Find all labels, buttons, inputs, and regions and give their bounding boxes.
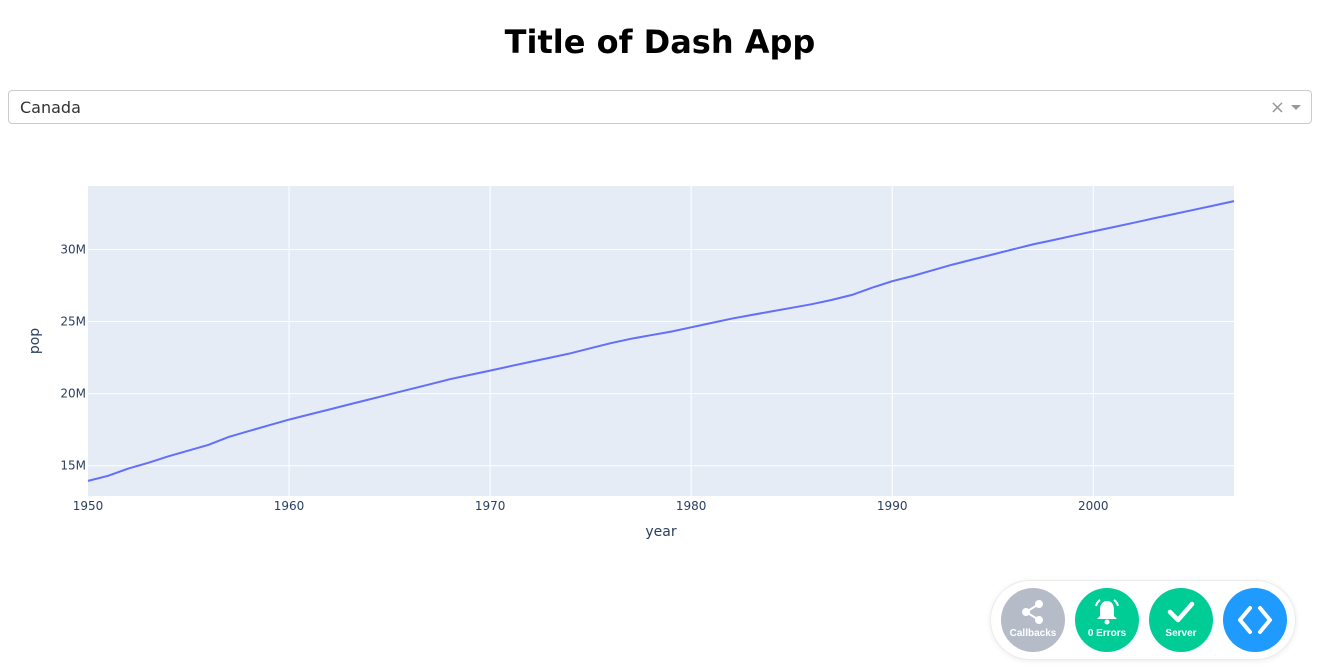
y-tick-label: 20M bbox=[60, 387, 86, 401]
dash-devtools-bar: Callbacks 0 Errors Server bbox=[990, 580, 1296, 660]
y-axis-label: pop bbox=[27, 328, 43, 354]
clear-icon[interactable]: × bbox=[1270, 91, 1285, 124]
bell-icon bbox=[1095, 599, 1119, 625]
country-dropdown[interactable]: Canada × bbox=[8, 90, 1312, 124]
callbacks-label: Callbacks bbox=[1009, 628, 1057, 639]
dropdown-selected-value: Canada bbox=[20, 98, 81, 117]
plot-area bbox=[88, 186, 1234, 496]
x-axis-ticks: 1950 1960 1970 1980 1990 2000 bbox=[73, 499, 1109, 513]
y-axis-ticks: 15M 20M 25M 30M bbox=[60, 242, 86, 472]
x-tick-label: 1990 bbox=[877, 499, 908, 513]
checkmark-icon bbox=[1167, 601, 1195, 623]
x-tick-label: 1950 bbox=[73, 499, 104, 513]
x-tick-label: 2000 bbox=[1078, 499, 1109, 513]
y-tick-label: 15M bbox=[60, 459, 86, 473]
devtools-toggle-button[interactable] bbox=[1223, 588, 1287, 652]
errors-label: 0 Errors bbox=[1087, 628, 1127, 639]
share-icon bbox=[1022, 600, 1043, 624]
page-title: Title of Dash App bbox=[504, 23, 816, 61]
y-tick-label: 25M bbox=[60, 315, 86, 329]
x-tick-label: 1960 bbox=[274, 499, 305, 513]
server-label: Server bbox=[1165, 628, 1197, 639]
population-line-chart: 1950 1960 1970 1980 1990 2000 15M 20M 25M 30M ye… bbox=[27, 186, 1235, 540]
server-button[interactable]: Server bbox=[1149, 588, 1213, 652]
callbacks-button[interactable]: Callbacks bbox=[1001, 588, 1065, 652]
chevron-down-icon[interactable] bbox=[1291, 105, 1301, 110]
errors-button[interactable]: 0 Errors bbox=[1075, 588, 1139, 652]
code-brackets-icon bbox=[1238, 606, 1272, 634]
x-tick-label: 1980 bbox=[676, 499, 707, 513]
y-tick-label: 30M bbox=[60, 242, 86, 256]
x-axis-label: year bbox=[645, 524, 676, 540]
x-tick-label: 1970 bbox=[475, 499, 506, 513]
